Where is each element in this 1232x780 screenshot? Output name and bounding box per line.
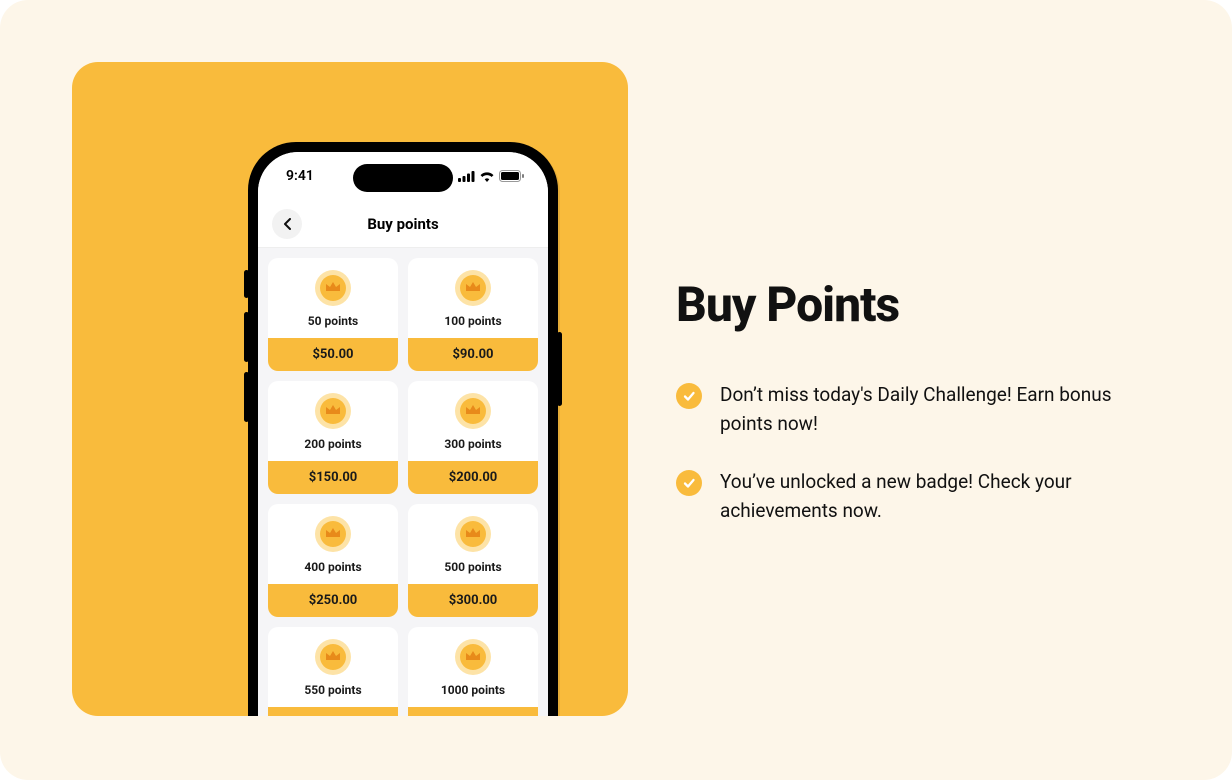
phone-side-button — [557, 332, 562, 406]
wifi-icon — [479, 171, 495, 182]
status-icons — [458, 170, 524, 182]
points-label: 100 points — [444, 314, 501, 328]
crown-coin-icon — [455, 393, 491, 429]
nav-bar: Buy points — [258, 200, 548, 248]
crown-coin-icon — [455, 270, 491, 306]
points-card[interactable]: 500 points $300.00 — [408, 504, 538, 617]
phone-notch — [353, 164, 453, 192]
price-button[interactable]: $50.00 — [268, 338, 398, 371]
price-button[interactable]: $90.00 — [408, 338, 538, 371]
phone-side-button — [244, 270, 249, 298]
points-grid: 50 points $50.00 100 points $90.00 200 p… — [258, 248, 548, 716]
headline: Buy Points — [676, 276, 1156, 333]
bullet-item: You’ve unlocked a new badge! Check your … — [676, 468, 1156, 525]
points-label: 50 points — [308, 314, 358, 328]
bullet-text: Don’t miss today's Daily Challenge! Earn… — [720, 381, 1156, 438]
crown-coin-icon — [315, 516, 351, 552]
marketing-copy: Buy Points Don’t miss today's Daily Chal… — [676, 276, 1156, 555]
points-card[interactable]: 300 points $200.00 — [408, 381, 538, 494]
price-button[interactable]: $800.00 — [408, 707, 538, 716]
price-button[interactable]: $500.00 — [268, 707, 398, 716]
phone-side-button — [244, 312, 249, 362]
price-button[interactable]: $250.00 — [268, 584, 398, 617]
bullet-text: You’ve unlocked a new badge! Check your … — [720, 468, 1156, 525]
status-time: 9:41 — [286, 168, 314, 184]
points-card[interactable]: 550 points $500.00 — [268, 627, 398, 716]
phone-showcase-panel: 9:41 Buy points — [72, 62, 628, 716]
points-label: 500 points — [444, 560, 501, 574]
points-label: 300 points — [444, 437, 501, 451]
points-label: 1000 points — [441, 683, 505, 697]
crown-coin-icon — [315, 393, 351, 429]
phone-side-button — [244, 372, 249, 422]
phone-screen: 9:41 Buy points — [258, 152, 548, 716]
check-icon — [676, 470, 702, 496]
check-icon — [676, 383, 702, 409]
points-label: 550 points — [304, 683, 361, 697]
price-button[interactable]: $200.00 — [408, 461, 538, 494]
bullet-item: Don’t miss today's Daily Challenge! Earn… — [676, 381, 1156, 438]
crown-coin-icon — [315, 639, 351, 675]
crown-coin-icon — [455, 516, 491, 552]
points-label: 200 points — [304, 437, 361, 451]
phone-frame: 9:41 Buy points — [248, 142, 558, 716]
points-card[interactable]: 200 points $150.00 — [268, 381, 398, 494]
points-card[interactable]: 1000 points $800.00 — [408, 627, 538, 716]
points-card[interactable]: 50 points $50.00 — [268, 258, 398, 371]
nav-title: Buy points — [258, 215, 548, 233]
points-card[interactable]: 100 points $90.00 — [408, 258, 538, 371]
crown-coin-icon — [455, 639, 491, 675]
points-label: 400 points — [304, 560, 361, 574]
price-button[interactable]: $150.00 — [268, 461, 398, 494]
points-card[interactable]: 400 points $250.00 — [268, 504, 398, 617]
battery-icon — [499, 170, 524, 182]
price-button[interactable]: $300.00 — [408, 584, 538, 617]
crown-coin-icon — [315, 270, 351, 306]
canvas: 9:41 Buy points — [0, 0, 1232, 780]
cellular-icon — [458, 171, 475, 182]
